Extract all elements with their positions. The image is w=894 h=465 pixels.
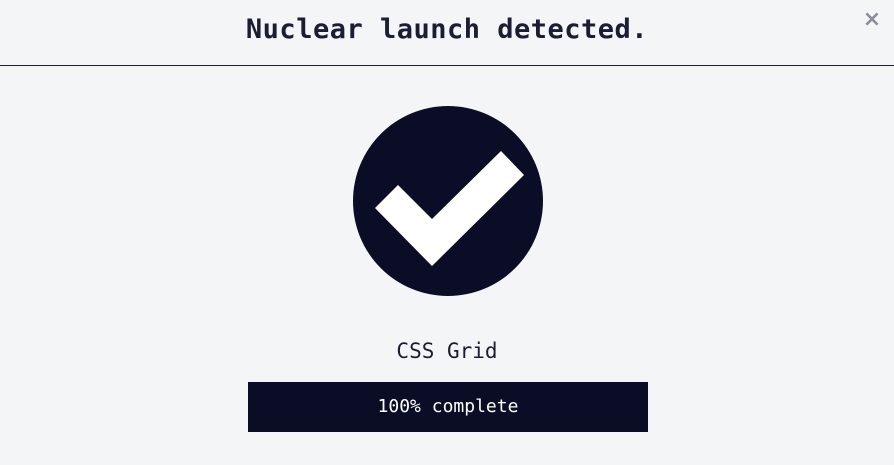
dialog-title: Nuclear launch detected.	[245, 14, 649, 45]
checkmark-circle	[353, 106, 543, 296]
item-name: CSS Grid	[396, 339, 498, 363]
close-icon[interactable]: ×	[862, 9, 882, 31]
dialog-header: Nuclear launch detected. ×	[0, 0, 894, 66]
progress-label: 100% complete	[377, 396, 519, 417]
launch-dialog: Nuclear launch detected. × CSS Grid 100%…	[0, 0, 894, 465]
checkmark-icon	[353, 106, 543, 296]
progress-bar: 100% complete	[248, 382, 648, 432]
